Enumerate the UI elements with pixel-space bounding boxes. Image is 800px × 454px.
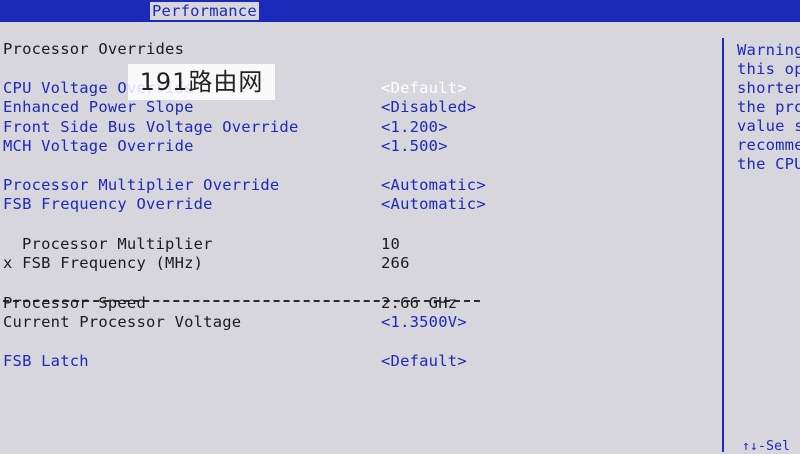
section-title: Processor Overrides [0,40,722,59]
setting-label: Current Processor Voltage [3,313,242,331]
setting-label: Processor Multiplier Override [3,176,280,194]
setting-value[interactable]: <1.200> [381,118,448,137]
info-label: Processor Speed [3,294,146,312]
settings-panel: Processor Overrides CPU Voltage Override… [0,22,722,452]
setting-value[interactable]: <Default> [381,352,467,371]
setting-processor-multiplier-override[interactable]: Processor Multiplier Override <Automatic… [0,176,722,195]
setting-value[interactable]: <1.3500V> [381,313,467,332]
info-label: Processor Multiplier [22,235,213,253]
setting-value[interactable]: <1.500> [381,137,448,156]
setting-fsb-latch[interactable]: FSB Latch <Default> [0,352,722,371]
setting-fsb-frequency-override[interactable]: FSB Frequency Override <Automatic> [0,195,722,214]
help-line: the CPU [737,155,800,173]
setting-label: FSB Latch [3,352,89,370]
help-line: value s [737,117,800,135]
setting-label: Enhanced Power Slope [3,98,194,116]
info-fsb-frequency: x FSB Frequency (MHz) 266 [0,254,722,273]
setting-label: Front Side Bus Voltage Override [3,118,299,136]
help-line: this op [737,60,800,78]
setting-cpu-voltage-override[interactable]: CPU Voltage Override <Default> [0,79,722,98]
info-value: 10 [381,235,401,253]
setting-value[interactable]: <Automatic> [381,176,486,195]
setting-value[interactable]: <Disabled> [381,98,476,117]
help-panel-divider [722,38,724,452]
tab-performance[interactable]: Performance [150,2,259,20]
info-label: x FSB Frequency (MHz) [3,254,204,272]
setting-enhanced-power-slope[interactable]: Enhanced Power Slope <Disabled> [0,98,722,117]
setting-mch-voltage-override[interactable]: MCH Voltage Override <1.500> [0,137,722,156]
info-processor-multiplier: Processor Multiplier 10 [0,235,722,254]
info-value: 2.66 GHz [381,294,458,312]
title-bar: Performance [0,0,800,22]
info-processor-speed: Processor Speed 2.66 GHz [0,294,722,313]
setting-fsb-voltage-override[interactable]: Front Side Bus Voltage Override <1.200> [0,118,722,137]
setting-label: MCH Voltage Override [3,137,194,155]
help-line: shorten [737,79,800,97]
help-panel: Warning this op shorten the pro value s … [737,41,800,174]
setting-value[interactable]: <Default> [381,79,467,98]
watermark-logo: 191路由网 [128,64,275,100]
help-line: recomme [737,136,800,154]
help-line: the pro [737,98,800,116]
help-line: Warning [737,41,800,59]
info-value: 266 [381,254,410,272]
setting-label: FSB Frequency Override [3,195,213,213]
setting-value[interactable]: <Automatic> [381,195,486,214]
section-title-label: Processor Overrides [3,40,185,58]
setting-current-processor-voltage[interactable]: Current Processor Voltage <1.3500V> [0,313,722,332]
